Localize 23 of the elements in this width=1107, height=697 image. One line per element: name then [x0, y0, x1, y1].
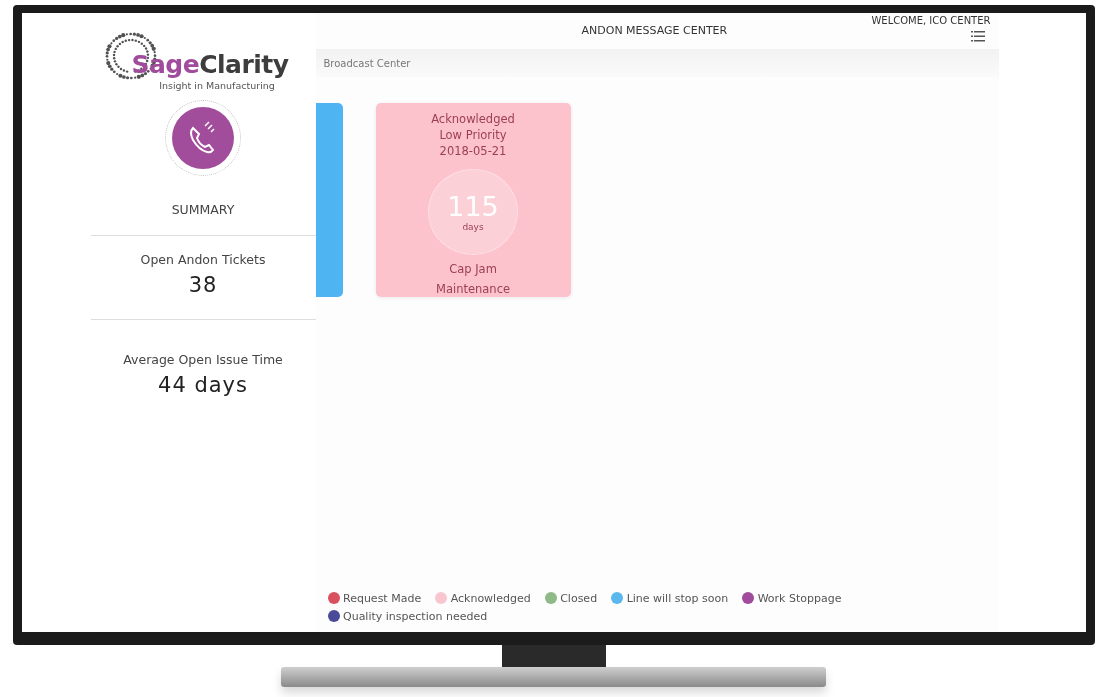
stat-label: Average Open Issue Time — [123, 352, 283, 367]
logo-tagline: Insight in Manufacturing — [159, 80, 275, 91]
ticket-title: Cap Jam — [449, 261, 497, 277]
welcome-text: WELCOME, ICO CENTER — [871, 15, 991, 27]
menu-icon[interactable] — [970, 31, 985, 42]
breadcrumb-link[interactable]: Broadcast Center — [323, 57, 411, 69]
ticket-date: 2018-05-21 — [439, 143, 507, 159]
stat-label: Open Andon Tickets — [140, 252, 266, 267]
day-unit: days — [462, 222, 484, 232]
legend-label: Closed — [560, 592, 598, 605]
summary-heading: SUMMARY — [90, 202, 316, 236]
legend-label: Request Made — [343, 592, 422, 605]
ticket-status: Acknowledged — [431, 111, 515, 127]
ticket-department: Maintenance — [435, 281, 511, 297]
legend-label: Quality inspection needed — [343, 610, 488, 623]
legend-label: Line will stop soon — [626, 592, 729, 605]
phone-icon — [171, 106, 235, 170]
legend-label: Work Stoppage — [757, 592, 842, 605]
legend-label: Acknowledged — [450, 592, 531, 605]
stat-value: 38 — [188, 273, 218, 297]
ticket-priority: Low Priority — [439, 127, 507, 143]
app-title: ANDON MESSAGE CENTER — [581, 23, 728, 39]
stat-value: 44 days — [158, 373, 248, 397]
